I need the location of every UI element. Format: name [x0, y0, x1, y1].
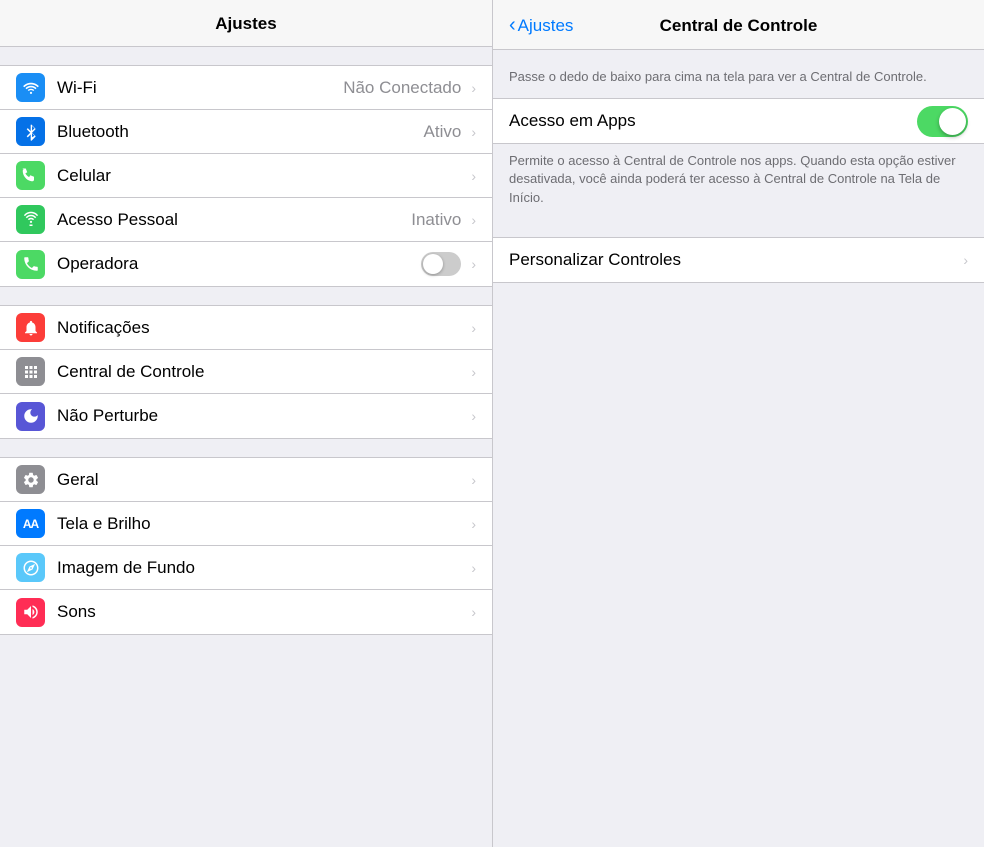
bluetooth-label: Bluetooth [57, 122, 424, 142]
tela-brilho-row[interactable]: AA Tela e Brilho › [0, 502, 492, 546]
geral-chevron: › [471, 472, 476, 488]
central-controle-row[interactable]: Central de Controle › [0, 350, 492, 394]
toggle-description: Permite o acesso à Central de Controle n… [493, 144, 984, 219]
right-content: Passe o dedo de baixo para cima na tela … [493, 50, 984, 847]
hotspot-icon [16, 205, 45, 234]
geral-icon [16, 465, 45, 494]
personalizar-section: Personalizar Controles › [493, 237, 984, 283]
acesso-em-apps-row[interactable]: Acesso em Apps [493, 99, 984, 143]
right-header: ‹ Ajustes Central de Controle [493, 0, 984, 50]
bluetooth-chevron: › [471, 124, 476, 140]
bluetooth-icon [16, 117, 45, 146]
geral-row[interactable]: Geral › [0, 458, 492, 502]
sons-icon [16, 598, 45, 627]
imagem-fundo-chevron: › [471, 560, 476, 576]
back-label: Ajustes [518, 16, 574, 36]
wifi-chevron: › [471, 80, 476, 96]
sons-chevron: › [471, 604, 476, 620]
notificacoes-chevron: › [471, 320, 476, 336]
operadora-chevron: › [471, 256, 476, 272]
acesso-em-apps-label: Acesso em Apps [509, 111, 917, 131]
notificacoes-label: Notificações [57, 318, 467, 338]
back-chevron-icon: ‹ [509, 14, 516, 37]
back-button[interactable]: ‹ Ajustes [509, 14, 573, 37]
left-panel: Ajustes Wi-Fi Não Conectado › Bluetooth … [0, 0, 492, 847]
geral-label: Geral [57, 470, 467, 490]
right-panel: ‹ Ajustes Central de Controle Passe o de… [492, 0, 984, 847]
tela-brilho-label: Tela e Brilho [57, 514, 467, 534]
bluetooth-row[interactable]: Bluetooth Ativo › [0, 110, 492, 154]
acesso-pessoal-label: Acesso Pessoal [57, 210, 411, 230]
wifi-value: Não Conectado [343, 78, 461, 98]
left-title: Ajustes [215, 14, 276, 33]
personalizar-label: Personalizar Controles [509, 250, 959, 270]
bluetooth-value: Ativo [424, 122, 462, 142]
sons-row[interactable]: Sons › [0, 590, 492, 634]
nao-perturbe-label: Não Perturbe [57, 406, 467, 426]
operadora-toggle[interactable] [421, 252, 461, 276]
acesso-pessoal-chevron: › [471, 212, 476, 228]
imagem-fundo-row[interactable]: Imagem de Fundo › [0, 546, 492, 590]
personalizar-row[interactable]: Personalizar Controles › [493, 238, 984, 282]
acesso-pessoal-value: Inativo [411, 210, 461, 230]
wifi-label: Wi-Fi [57, 78, 343, 98]
notificacoes-row[interactable]: Notificações › [0, 306, 492, 350]
operadora-row[interactable]: Operadora › [0, 242, 492, 286]
section-display: Geral › AA Tela e Brilho › Imagem de Fun… [0, 457, 492, 635]
tela-brilho-icon: AA [16, 509, 45, 538]
central-controle-chevron: › [471, 364, 476, 380]
acesso-pessoal-row[interactable]: Acesso Pessoal Inativo › [0, 198, 492, 242]
operadora-label: Operadora [57, 254, 421, 274]
acesso-em-apps-section: Acesso em Apps [493, 98, 984, 144]
left-header: Ajustes [0, 0, 492, 47]
imagem-fundo-icon [16, 553, 45, 582]
celular-label: Celular [57, 166, 467, 186]
celular-icon [16, 161, 45, 190]
personalizar-chevron: › [963, 252, 968, 268]
section-alerts: Notificações › Central de Controle › Não… [0, 305, 492, 439]
notificacoes-icon [16, 313, 45, 342]
nao-perturbe-icon [16, 402, 45, 431]
section-connectivity: Wi-Fi Não Conectado › Bluetooth Ativo › … [0, 65, 492, 287]
right-description: Passe o dedo de baixo para cima na tela … [493, 68, 984, 98]
imagem-fundo-label: Imagem de Fundo [57, 558, 467, 578]
nao-perturbe-row[interactable]: Não Perturbe › [0, 394, 492, 438]
wifi-row[interactable]: Wi-Fi Não Conectado › [0, 66, 492, 110]
operadora-icon [16, 250, 45, 279]
right-title: Central de Controle [660, 16, 818, 36]
celular-row[interactable]: Celular › [0, 154, 492, 198]
celular-chevron: › [471, 168, 476, 184]
sons-label: Sons [57, 602, 467, 622]
settings-list: Wi-Fi Não Conectado › Bluetooth Ativo › … [0, 47, 492, 847]
central-controle-label: Central de Controle [57, 362, 467, 382]
tela-brilho-chevron: › [471, 516, 476, 532]
nao-perturbe-chevron: › [471, 408, 476, 424]
wifi-icon [16, 73, 45, 102]
acesso-em-apps-toggle[interactable] [917, 106, 968, 137]
right-header-wrapper: ‹ Ajustes Central de Controle [509, 14, 968, 37]
central-controle-icon [16, 357, 45, 386]
